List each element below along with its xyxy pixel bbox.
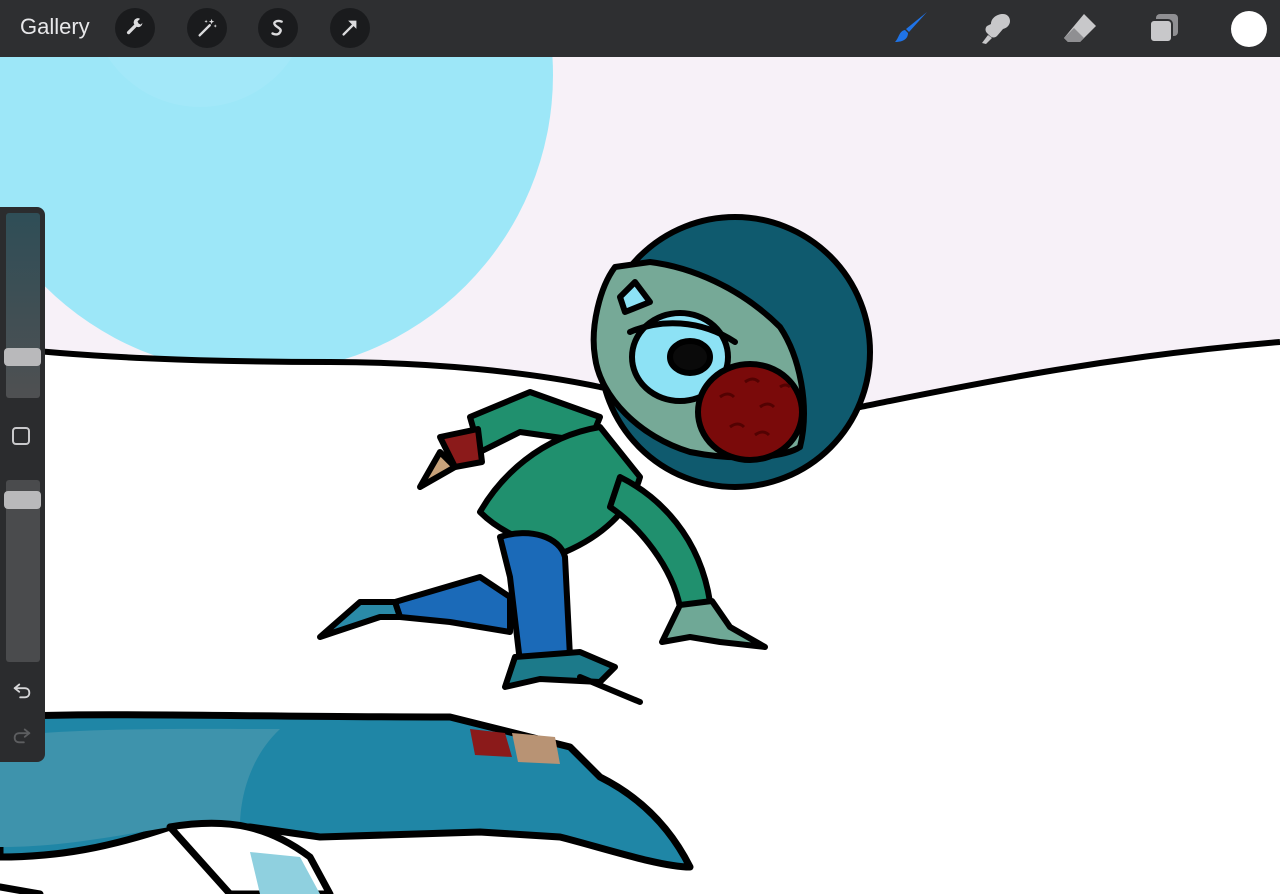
magic-wand-icon bbox=[198, 18, 217, 37]
adjustments-button[interactable] bbox=[187, 8, 227, 48]
undo-icon bbox=[13, 683, 31, 699]
redo-icon bbox=[13, 728, 31, 744]
brush-opacity-thumb[interactable] bbox=[4, 491, 41, 509]
brush-sidebar bbox=[0, 207, 45, 762]
modify-square-button[interactable] bbox=[12, 427, 30, 445]
transform-button[interactable] bbox=[330, 8, 370, 48]
transform-arrow-icon bbox=[342, 20, 357, 36]
brush-size-slider[interactable] bbox=[4, 213, 41, 398]
selection-button[interactable] bbox=[258, 8, 298, 48]
brush-size-thumb[interactable] bbox=[4, 348, 41, 366]
eraser-icon bbox=[1064, 14, 1096, 42]
selection-icon bbox=[271, 19, 283, 36]
brush-icon bbox=[895, 12, 927, 42]
wrench-icon bbox=[126, 18, 144, 35]
layers-icon bbox=[1149, 14, 1178, 43]
gallery-button[interactable]: Gallery bbox=[20, 14, 90, 40]
smudge-tool-button[interactable] bbox=[977, 10, 1013, 46]
undo-button[interactable] bbox=[10, 679, 34, 701]
top-toolbar: Gallery bbox=[0, 0, 1280, 57]
brush-opacity-slider[interactable] bbox=[4, 480, 41, 662]
actions-wrench-button[interactable] bbox=[115, 8, 155, 48]
layers-button[interactable] bbox=[1146, 10, 1182, 46]
color-picker-button[interactable] bbox=[1231, 11, 1267, 47]
eraser-tool-button[interactable] bbox=[1062, 10, 1098, 46]
smudge-icon bbox=[982, 14, 1010, 44]
redo-button[interactable] bbox=[10, 724, 34, 746]
brush-tool-button[interactable] bbox=[893, 10, 929, 46]
drawing-canvas[interactable] bbox=[0, 57, 1280, 894]
